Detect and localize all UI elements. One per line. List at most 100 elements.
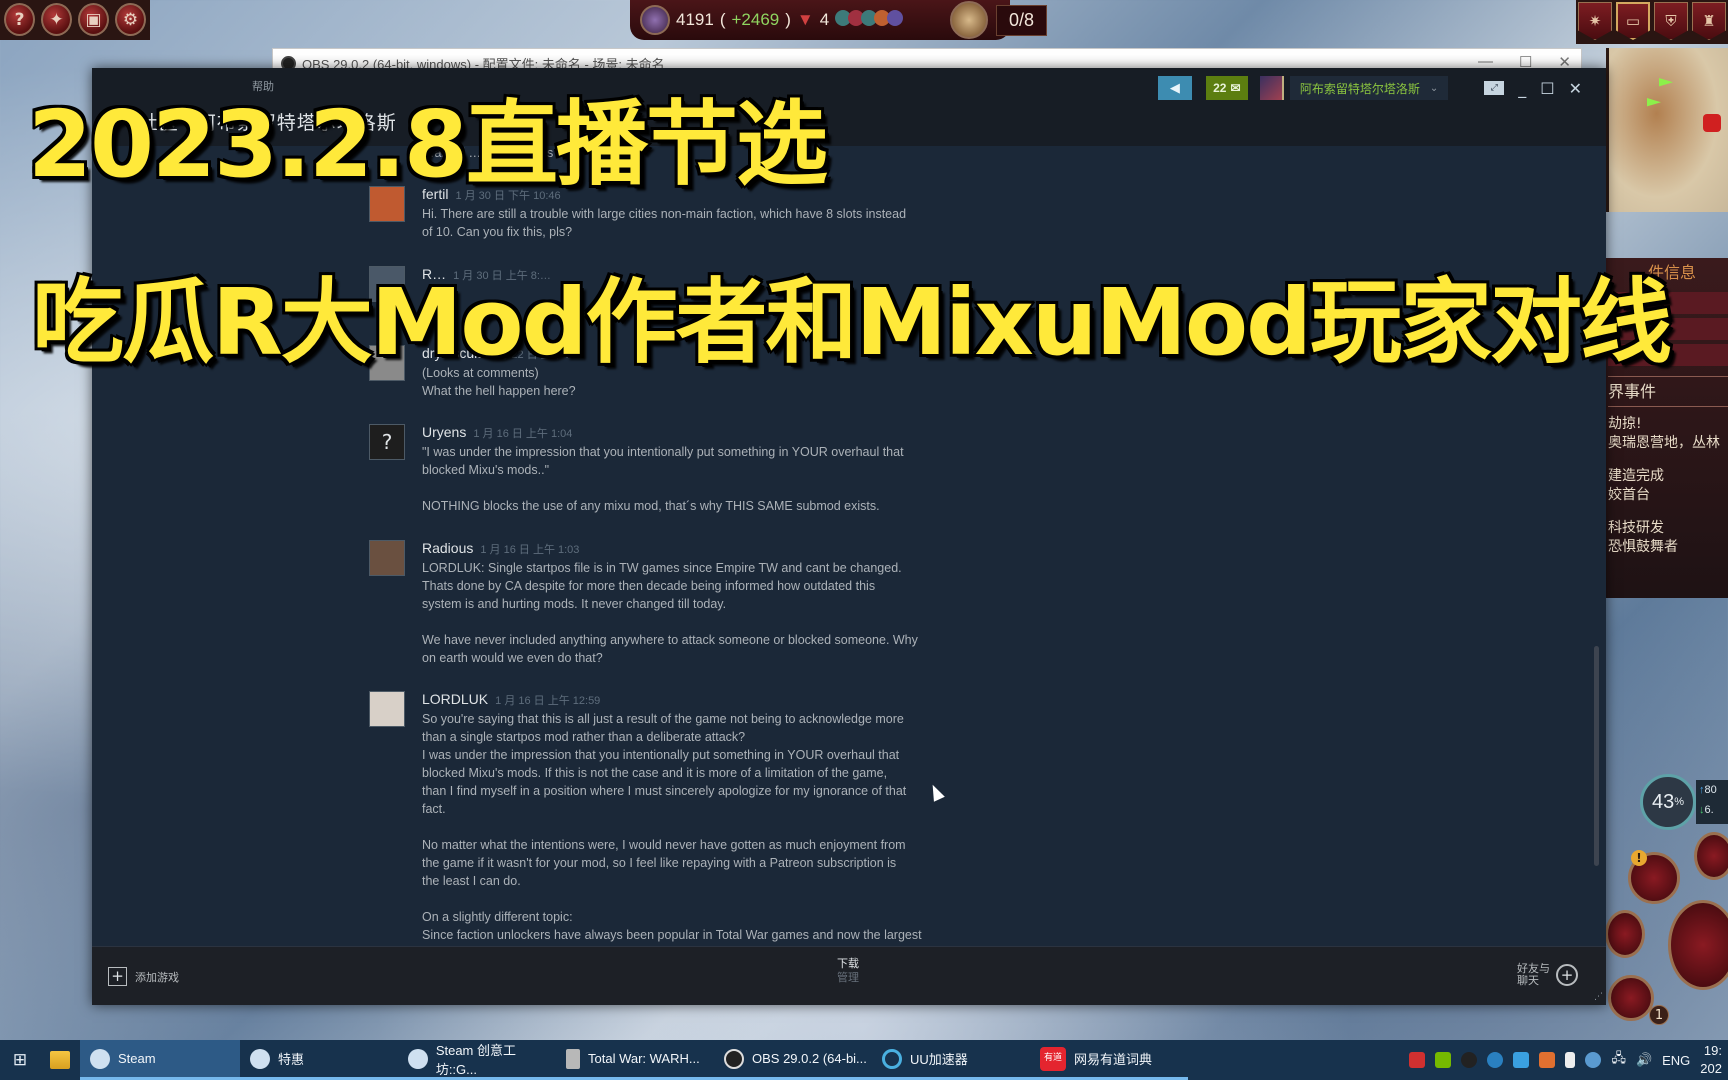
add-game-button[interactable]: + 添加游戏 bbox=[108, 967, 179, 986]
volume-icon[interactable]: 🔊 bbox=[1636, 1052, 1652, 1068]
steam-top-right: ◀ 22 ✉ 阿布索留特塔尔塔洛斯 ⌄ ⤢ _ ☐ ✕ bbox=[1157, 76, 1582, 100]
video-caption-line1: 2023.2.8直播节选 bbox=[26, 89, 830, 200]
clock[interactable]: 19: 202 bbox=[1700, 1042, 1722, 1078]
comment-author[interactable]: Uryens bbox=[422, 424, 466, 440]
big-picture-icon[interactable]: ⤢ bbox=[1484, 81, 1505, 95]
network-icon[interactable]: 🖧 bbox=[1611, 1049, 1626, 1071]
game-top-right-nav: ✷ ▭ ⛨ ♜ bbox=[1576, 0, 1728, 44]
youdao-icon: 有道 bbox=[1040, 1046, 1066, 1071]
count-badge: 1 bbox=[1649, 1005, 1669, 1025]
comment-avatar[interactable]: ? bbox=[369, 424, 405, 460]
comment-text: So you're saying that this is all just a… bbox=[422, 712, 922, 942]
friends-chat-button[interactable]: 好友与 聊天 + bbox=[1517, 963, 1578, 987]
camera-icon[interactable]: ▣ bbox=[78, 3, 109, 36]
flag-icon bbox=[1659, 78, 1673, 87]
envelope-icon: ✉ bbox=[1230, 81, 1241, 95]
input-language[interactable]: ENG bbox=[1662, 1053, 1690, 1068]
book-progress: 0/8 bbox=[996, 4, 1048, 36]
comment-author[interactable]: Radious bbox=[422, 540, 473, 556]
comment-text: LORDLUK: Single startpos file is in TW g… bbox=[422, 561, 918, 665]
comment-avatar[interactable] bbox=[369, 691, 405, 727]
folder-icon bbox=[50, 1051, 70, 1069]
blood-count: 4 bbox=[819, 10, 830, 29]
task-view-icon[interactable]: ⊞ bbox=[0, 1040, 40, 1080]
maximize-button[interactable]: ☐ bbox=[1540, 79, 1554, 98]
notification-count: 22 bbox=[1213, 81, 1227, 95]
taskbar: ⊞ Steam 特惠 Steam 创意工坊::G... Total War: W… bbox=[0, 1040, 1728, 1080]
comment-time: 1 月 16 日 上午 12:59 bbox=[495, 695, 601, 707]
announcement-icon[interactable]: ◀ bbox=[1157, 76, 1192, 100]
minimize-button[interactable]: _ bbox=[1518, 79, 1526, 98]
uu-icon bbox=[882, 1048, 902, 1069]
avatar[interactable] bbox=[1259, 76, 1284, 100]
close-button[interactable]: ✕ bbox=[1569, 79, 1582, 98]
app-9-icon[interactable] bbox=[1409, 1052, 1426, 1068]
taskbar-app-steam-workshop[interactable]: Steam 创意工坊::G... bbox=[398, 1040, 556, 1080]
system-tray: 🖧 🔊 ENG 19: 202 bbox=[1409, 1040, 1728, 1080]
hero-action-button[interactable] bbox=[1694, 832, 1728, 880]
comment-author[interactable]: LORDLUK bbox=[422, 691, 488, 707]
compass-icon[interactable]: ✷ bbox=[1578, 2, 1612, 40]
chat-plus-icon: + bbox=[1556, 964, 1578, 986]
obs-tray-icon[interactable] bbox=[1461, 1052, 1478, 1068]
speaker-app-icon[interactable] bbox=[1539, 1052, 1556, 1068]
recruit-action-button[interactable] bbox=[1605, 910, 1645, 958]
nvidia-icon[interactable] bbox=[1435, 1052, 1452, 1068]
obs-icon bbox=[724, 1048, 744, 1069]
plus-icon: + bbox=[108, 967, 127, 986]
user-menu[interactable]: 阿布索留特塔尔塔洛斯 ⌄ bbox=[1289, 76, 1449, 100]
game-top-left-buttons: ? ✦ ▣ ⚙ bbox=[0, 0, 150, 40]
resize-grip-icon[interactable]: ⋰ bbox=[1594, 992, 1603, 1002]
comment: Radious 1 月 16 日 上午 1:03 LORDLUK: Single … bbox=[369, 540, 969, 667]
microphone-icon[interactable] bbox=[1565, 1052, 1576, 1068]
treasury-icon bbox=[640, 5, 670, 35]
comment-avatar[interactable] bbox=[369, 540, 405, 576]
comment-text: Hi. There are still a trouble with large… bbox=[422, 207, 907, 239]
steam-icon bbox=[90, 1048, 110, 1069]
taskbar-app-uu[interactable]: UU加速器 bbox=[872, 1040, 1030, 1080]
warning-badge: ! bbox=[1631, 850, 1647, 866]
totalwar-icon bbox=[566, 1048, 580, 1069]
unknown-avatar-icon: ? bbox=[381, 430, 393, 454]
file-explorer-button[interactable] bbox=[40, 1040, 80, 1080]
daemon-marker-icon bbox=[1703, 114, 1721, 132]
minimap[interactable] bbox=[1606, 48, 1728, 212]
event-item[interactable]: 科技研发 恐惧鼓舞者 bbox=[1608, 519, 1728, 557]
network-monitor: ↑80 ↓6. bbox=[1696, 780, 1728, 824]
steam-icon bbox=[408, 1048, 428, 1069]
scrollbar[interactable] bbox=[1594, 646, 1599, 866]
research-book[interactable]: 0/8 bbox=[950, 0, 1050, 40]
taskbar-app-obs[interactable]: OBS 29.0.2 (64-bi... bbox=[714, 1040, 872, 1080]
comment: LORDLUK 1 月 16 日 上午 12:59 So you're sayin… bbox=[369, 691, 969, 944]
diplomacy-icon[interactable]: ✦ bbox=[41, 3, 72, 36]
faction-icons bbox=[835, 9, 904, 31]
book-icon bbox=[950, 1, 988, 39]
chest-icon[interactable]: ▭ bbox=[1616, 2, 1650, 40]
steam-icon bbox=[250, 1048, 270, 1069]
steam-tray-icon[interactable] bbox=[1585, 1052, 1602, 1068]
steam-window: 帮助 ← 社区 阿布索留特塔尔塔洛斯 ◀ 22 ✉ 阿布索留特塔尔塔洛斯 ⌄ ⤢… bbox=[92, 68, 1606, 1005]
video-caption-line2: 吃瓜R大Mod作者和MixuMod玩家对线 bbox=[30, 267, 1674, 378]
notifications-button[interactable]: 22 ✉ bbox=[1205, 76, 1248, 100]
tech-action-button[interactable] bbox=[1608, 975, 1654, 1021]
taskbar-app-total-war[interactable]: Total War: WARH... bbox=[556, 1040, 714, 1080]
comment-time: 1 月 16 日 上午 1:04 bbox=[473, 428, 573, 440]
taskbar-app-steam[interactable]: Steam bbox=[80, 1040, 240, 1080]
settings-icon[interactable]: ⚙ bbox=[115, 3, 146, 36]
income-value: +2469 bbox=[731, 10, 780, 29]
taskbar-app-steam-sale[interactable]: 特惠 bbox=[240, 1040, 398, 1080]
castle-icon[interactable]: ♜ bbox=[1692, 2, 1726, 40]
taskbar-app-youdao[interactable]: 有道 网易有道词典 bbox=[1030, 1040, 1188, 1080]
treasury-value: 4191 bbox=[676, 10, 714, 29]
cpu-gauge: 43% bbox=[1640, 774, 1696, 830]
security-shield-icon[interactable] bbox=[1513, 1052, 1530, 1068]
event-item[interactable]: 建造完成 姣首台 bbox=[1608, 467, 1728, 505]
comment-time: 1 月 16 日 上午 1:03 bbox=[480, 544, 580, 556]
window-controls: ⤢ _ ☐ ✕ bbox=[1484, 79, 1582, 98]
uu-tray-icon[interactable] bbox=[1487, 1052, 1504, 1068]
blood-icon: ▼ bbox=[796, 10, 814, 29]
help-icon[interactable]: ? bbox=[4, 3, 35, 36]
shield-crest-icon[interactable]: ⛨ bbox=[1654, 2, 1688, 40]
downloads-button[interactable]: 下载 管理 bbox=[837, 957, 859, 985]
event-item[interactable]: 劫掠! 奥瑞恩营地，丛林 bbox=[1608, 415, 1728, 453]
